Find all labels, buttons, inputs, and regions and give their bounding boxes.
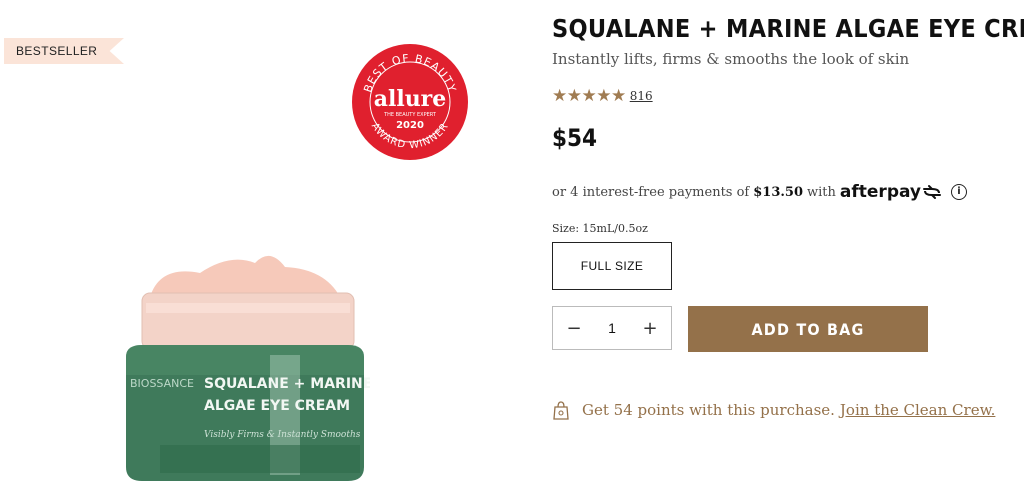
points-text: Get 54 points with this purchase. [582,401,835,419]
size-option-full-size[interactable]: FULL SIZE [552,242,672,290]
product-jar-image: BIOSSANCE SQUALANE + MARINE ALGAE EYE CR… [126,255,370,481]
product-title: SQUALANE + MARINE ALGAE EYE CREAM [552,14,1024,43]
quantity-value[interactable]: 1 [608,320,616,336]
afterpay-amount: $13.50 [753,184,804,200]
product-price: $54 [552,124,598,152]
afterpay-prefix: or 4 interest-free payments of [552,184,750,200]
jar-line-2: ALGAE EYE CREAM [204,398,350,414]
afterpay-with: with [807,184,836,200]
join-clean-crew-link[interactable]: Join the Clean Crew. [840,401,995,419]
gift-bag-icon [553,401,569,420]
seal-tagline: THE BEAUTY EXPERT [383,112,437,118]
product-subtitle: Instantly lifts, firms & smooths the loo… [552,50,910,68]
rating[interactable]: ★★★★★ 816 [552,86,653,106]
afterpay-message: or 4 interest-free payments of $13.50 wi… [552,182,968,202]
add-to-bag-button[interactable]: ADD TO BAG [688,306,928,352]
jar-line-1: SQUALANE + MARINE [204,376,370,392]
review-count-link[interactable]: 816 [630,89,653,103]
bestseller-badge: BESTSELLER [4,38,124,64]
seal-brand: allure [374,86,447,112]
quantity-stepper: − 1 + [552,306,672,350]
decrease-quantity-button[interactable]: − [563,318,585,339]
afterpay-logo-text: afterpay [839,182,922,202]
loyalty-points-message: Get 54 points with this purchase. Join t… [552,400,995,420]
seal-year: 2020 [396,120,424,131]
star-rating-icon: ★★★★★ [552,86,626,106]
allure-award-seal: BEST OF BEAUTY allure THE BEAUTY EXPERT … [352,44,468,160]
size-label: Size: 15mL/0.5oz [552,222,648,235]
increase-quantity-button[interactable]: + [639,318,661,339]
info-icon[interactable]: i [951,184,968,200]
jar-brand-text: BIOSSANCE [130,377,194,390]
jar-tagline: Visibly Firms & Instantly Smooths [204,430,361,440]
afterpay-arrows-icon [923,185,942,199]
afterpay-logo: afterpay [840,182,943,202]
